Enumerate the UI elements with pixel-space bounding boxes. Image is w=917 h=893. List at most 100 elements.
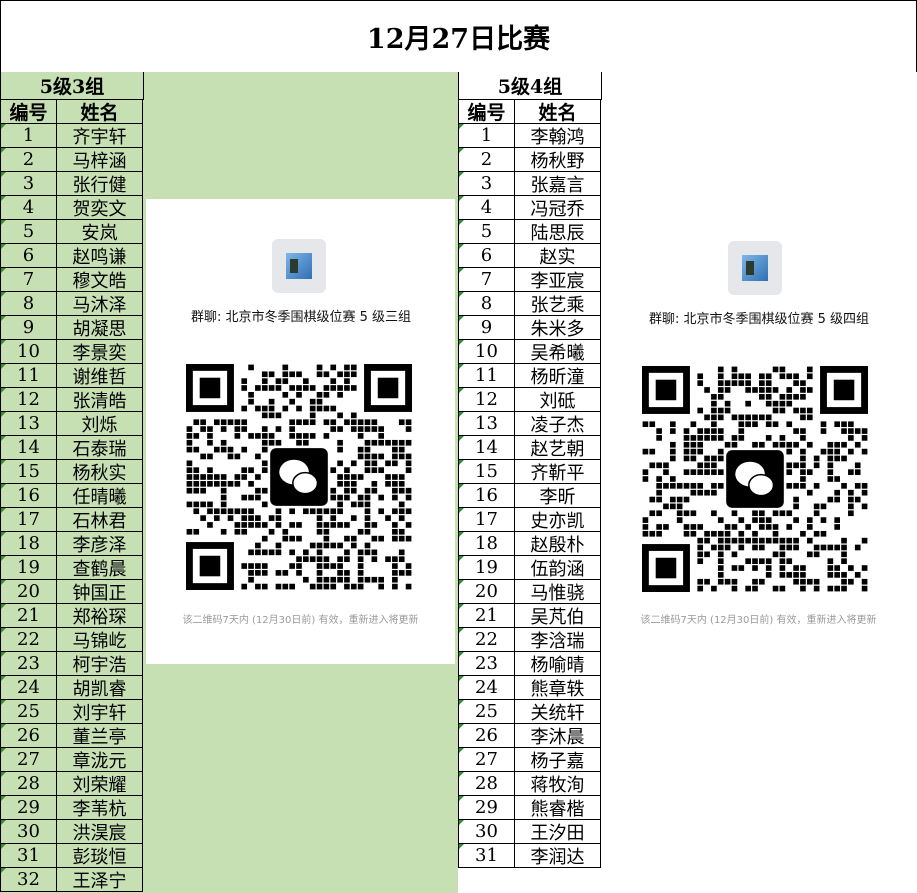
cell-number[interactable]: 24 (458, 676, 515, 700)
cell-number[interactable]: 5 (0, 220, 57, 244)
cell-name[interactable]: 张清皓 (57, 388, 143, 412)
cell-name[interactable]: 杨秋实 (57, 460, 143, 484)
cell-number[interactable]: 3 (458, 172, 515, 196)
cell-name[interactable]: 赵艺朝 (515, 436, 601, 460)
cell-name[interactable]: 柯宇浩 (57, 652, 143, 676)
cell-number[interactable]: 6 (0, 244, 57, 268)
cell-name[interactable]: 张行健 (57, 172, 143, 196)
cell-name[interactable]: 章泷元 (57, 748, 143, 772)
cell-name[interactable]: 杨昕潼 (515, 364, 601, 388)
cell-number[interactable]: 3 (0, 172, 57, 196)
cell-name[interactable]: 张艺乘 (515, 292, 601, 316)
cell-number[interactable]: 6 (458, 244, 515, 268)
cell-name[interactable]: 李彦泽 (57, 532, 143, 556)
header-number[interactable]: 编号 (0, 100, 57, 124)
cell-number[interactable]: 18 (458, 532, 515, 556)
header-name[interactable]: 姓名 (57, 100, 143, 124)
cell-name[interactable]: 赵殷朴 (515, 532, 601, 556)
cell-name[interactable]: 齐靳平 (515, 460, 601, 484)
cell-number[interactable]: 5 (458, 220, 515, 244)
cell-name[interactable]: 穆文皓 (57, 268, 143, 292)
cell-name[interactable]: 李昕 (515, 484, 601, 508)
cell-name[interactable]: 张嘉言 (515, 172, 601, 196)
cell-number[interactable]: 10 (0, 340, 57, 364)
cell-name[interactable]: 钟国正 (57, 580, 143, 604)
cell-number[interactable]: 10 (458, 340, 515, 364)
cell-name[interactable]: 王泽宁 (57, 868, 143, 892)
cell-number[interactable]: 19 (458, 556, 515, 580)
cell-name[interactable]: 任晴曦 (57, 484, 143, 508)
cell-number[interactable]: 24 (0, 676, 57, 700)
cell-name[interactable]: 李润达 (515, 844, 601, 868)
cell-number[interactable]: 12 (0, 388, 57, 412)
cell-number[interactable]: 11 (0, 364, 57, 388)
cell-name[interactable]: 赵实 (515, 244, 601, 268)
cell-name[interactable]: 王汐田 (515, 820, 601, 844)
cell-number[interactable]: 4 (458, 196, 515, 220)
qr-code[interactable] (642, 366, 868, 592)
cell-name[interactable]: 郑裕琛 (57, 604, 143, 628)
cell-name[interactable]: 刘砥 (515, 388, 601, 412)
cell-number[interactable]: 12 (458, 388, 515, 412)
cell-number[interactable]: 14 (458, 436, 515, 460)
cell-number[interactable]: 28 (458, 772, 515, 796)
cell-name[interactable]: 熊章轶 (515, 676, 601, 700)
cell-number[interactable]: 29 (458, 796, 515, 820)
cell-number[interactable]: 19 (0, 556, 57, 580)
cell-name[interactable]: 马锦屹 (57, 628, 143, 652)
cell-number[interactable]: 20 (458, 580, 515, 604)
cell-number[interactable]: 31 (458, 844, 515, 868)
cell-name[interactable]: 刘宇轩 (57, 700, 143, 724)
cell-name[interactable]: 齐宇轩 (57, 124, 143, 148)
cell-name[interactable]: 李沐晨 (515, 724, 601, 748)
cell-number[interactable]: 13 (458, 412, 515, 436)
cell-name[interactable]: 关统轩 (515, 700, 601, 724)
cell-number[interactable]: 11 (458, 364, 515, 388)
cell-number[interactable]: 9 (0, 316, 57, 340)
cell-name[interactable]: 李翰鸿 (515, 124, 601, 148)
cell-number[interactable]: 9 (458, 316, 515, 340)
cell-name[interactable]: 胡凝思 (57, 316, 143, 340)
cell-number[interactable]: 17 (0, 508, 57, 532)
cell-name[interactable]: 朱米多 (515, 316, 601, 340)
cell-name[interactable]: 冯冠乔 (515, 196, 601, 220)
cell-name[interactable]: 杨秋野 (515, 148, 601, 172)
cell-number[interactable]: 7 (458, 268, 515, 292)
cell-name[interactable]: 陆思辰 (515, 220, 601, 244)
cell-name[interactable]: 董兰亭 (57, 724, 143, 748)
cell-name[interactable]: 李浛瑞 (515, 628, 601, 652)
cell-number[interactable]: 1 (0, 124, 57, 148)
cell-name[interactable]: 杨子嘉 (515, 748, 601, 772)
cell-name[interactable]: 查鹤晨 (57, 556, 143, 580)
cell-name[interactable]: 马梓涵 (57, 148, 143, 172)
cell-number[interactable]: 1 (458, 124, 515, 148)
cell-name[interactable]: 胡凯睿 (57, 676, 143, 700)
cell-number[interactable]: 29 (0, 796, 57, 820)
cell-number[interactable]: 32 (0, 868, 57, 892)
cell-name[interactable]: 谢维哲 (57, 364, 143, 388)
cell-name[interactable]: 洪淏宸 (57, 820, 143, 844)
cell-number[interactable]: 15 (458, 460, 515, 484)
cell-number[interactable]: 26 (458, 724, 515, 748)
cell-number[interactable]: 8 (0, 292, 57, 316)
cell-number[interactable]: 2 (0, 148, 57, 172)
cell-name[interactable]: 吴希曦 (515, 340, 601, 364)
cell-number[interactable]: 13 (0, 412, 57, 436)
cell-name[interactable]: 吴芃伯 (515, 604, 601, 628)
cell-number[interactable]: 15 (0, 460, 57, 484)
header-number[interactable]: 编号 (458, 100, 515, 124)
cell-number[interactable]: 18 (0, 532, 57, 556)
cell-number[interactable]: 28 (0, 772, 57, 796)
cell-name[interactable]: 李苇杭 (57, 796, 143, 820)
cell-name[interactable]: 安岚 (57, 220, 143, 244)
cell-name[interactable]: 石林君 (57, 508, 143, 532)
cell-name[interactable]: 马沐泽 (57, 292, 143, 316)
cell-number[interactable]: 7 (0, 268, 57, 292)
cell-number[interactable]: 25 (0, 700, 57, 724)
cell-number[interactable]: 16 (458, 484, 515, 508)
cell-number[interactable]: 14 (0, 436, 57, 460)
cell-number[interactable]: 16 (0, 484, 57, 508)
cell-number[interactable]: 21 (0, 604, 57, 628)
cell-name[interactable]: 李亚宸 (515, 268, 601, 292)
cell-number[interactable]: 2 (458, 148, 515, 172)
